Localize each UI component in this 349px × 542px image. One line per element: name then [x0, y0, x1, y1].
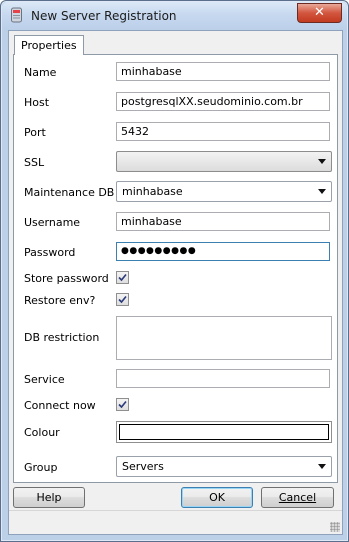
password-label: Password — [24, 246, 76, 259]
username-label: Username — [24, 216, 81, 229]
cancel-button[interactable]: Cancel — [261, 487, 334, 508]
status-bar — [9, 510, 342, 534]
name-label: Name — [24, 66, 57, 79]
resize-grip-icon[interactable] — [330, 522, 340, 532]
checkmark-icon — [118, 295, 127, 304]
group-dropdown[interactable]: Servers — [116, 456, 332, 477]
ssl-label: SSL — [24, 156, 45, 169]
db-restriction-textarea[interactable] — [116, 316, 332, 360]
group-label: Group — [24, 461, 58, 474]
window-title: New Server Registration — [31, 9, 177, 23]
colour-picker-button[interactable] — [116, 421, 332, 443]
chevron-down-icon — [318, 464, 326, 469]
restore-env-label: Restore env? — [24, 294, 96, 307]
help-button[interactable]: Help — [13, 487, 85, 508]
colour-swatch — [119, 424, 329, 440]
username-field[interactable]: minhabase — [116, 212, 330, 231]
connect-now-checkbox[interactable] — [116, 398, 129, 411]
title-bar[interactable]: New Server Registration ✕ — [2, 2, 347, 29]
maintenance-db-value: minhabase — [122, 185, 183, 198]
host-label: Host — [24, 96, 50, 109]
colour-label: Colour — [24, 426, 60, 439]
chevron-down-icon — [318, 159, 326, 164]
port-field[interactable]: 5432 — [116, 122, 330, 141]
db-restriction-label: DB restriction — [24, 331, 100, 344]
tab-properties[interactable]: Properties — [14, 35, 84, 55]
database-icon — [11, 7, 22, 23]
maintenance-db-label: Maintenance DB — [24, 186, 115, 199]
dialog-window: New Server Registration ✕ Properties Nam… — [0, 0, 349, 542]
port-label: Port — [24, 126, 46, 139]
maintenance-db-dropdown[interactable]: minhabase — [116, 181, 332, 202]
checkmark-icon — [118, 400, 127, 409]
service-label: Service — [24, 373, 65, 386]
ok-button[interactable]: OK — [181, 487, 253, 508]
restore-env-checkbox[interactable] — [116, 293, 129, 306]
properties-panel: Name minhabase Host postgresqlXX.seudomi… — [13, 54, 338, 483]
connect-now-label: Connect now — [24, 399, 96, 412]
name-field[interactable]: minhabase — [116, 62, 330, 81]
host-field[interactable]: postgresqlXX.seudominio.com.br — [116, 92, 330, 111]
dialog-client-area: Properties Name minhabase Host postgresq… — [8, 30, 343, 535]
service-field[interactable] — [116, 369, 330, 388]
group-value: Servers — [122, 460, 164, 473]
password-field[interactable]: ●●●●●●●●● — [116, 242, 330, 261]
close-icon: ✕ — [314, 5, 325, 20]
store-password-checkbox[interactable] — [116, 271, 129, 284]
checkmark-icon — [118, 273, 127, 282]
chevron-down-icon — [318, 189, 326, 194]
store-password-label: Store password — [24, 272, 109, 285]
ssl-dropdown[interactable] — [116, 151, 332, 172]
close-button[interactable]: ✕ — [297, 3, 342, 23]
